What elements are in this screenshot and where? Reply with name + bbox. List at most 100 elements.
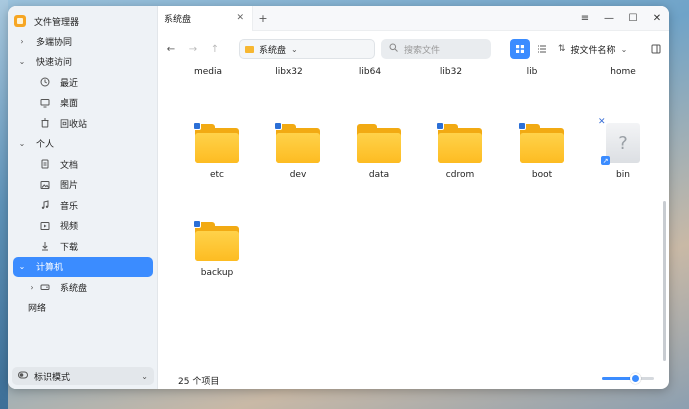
file-grid: media libx32 lib64 lib32 lib home etc de… xyxy=(158,67,669,367)
status-bar: 25 个项目 xyxy=(158,367,669,389)
window-controls: ≡ — ☐ ✕ xyxy=(573,13,669,24)
sidebar-item-label: 图片 xyxy=(60,181,79,192)
file-manager-window: 文件管理器 › 多端协同 ⌄ 快速访问 最近 桌面 回收站 ⌄ 个人 文档 图片… xyxy=(8,6,669,389)
chevron-down-icon: ⌄ xyxy=(18,262,26,272)
sidebar-item-label: 文档 xyxy=(60,160,79,171)
sidebar-item-label: 桌面 xyxy=(60,99,79,110)
file-tile[interactable]: ? ✕ ↗ bin xyxy=(583,117,663,180)
detail-panel-icon[interactable] xyxy=(646,39,666,59)
close-icon[interactable]: ✕ xyxy=(236,13,244,23)
file-name[interactable]: home xyxy=(583,67,663,77)
file-tile[interactable]: dev xyxy=(258,122,338,180)
file-tile[interactable]: boot xyxy=(502,122,582,180)
sort-selector[interactable]: ⇅ 按文件名称 ⌄ xyxy=(558,39,627,59)
search-input[interactable]: 搜索文件 xyxy=(381,39,491,59)
file-name: bin xyxy=(616,170,630,180)
sidebar-item-pictures[interactable]: 图片 xyxy=(8,175,158,196)
zoom-slider[interactable] xyxy=(602,373,654,384)
sidebar-item-recent[interactable]: 最近 xyxy=(8,72,158,93)
folder-icon xyxy=(193,220,239,261)
file-tile[interactable]: etc xyxy=(177,122,257,180)
chevron-down-icon: ⌄ xyxy=(291,44,298,54)
maximize-icon[interactable]: ☐ xyxy=(621,13,645,24)
toggle-icon xyxy=(18,371,28,382)
lock-badge-icon xyxy=(193,122,201,130)
scrollbar[interactable] xyxy=(663,201,666,361)
app-title: 文件管理器 xyxy=(34,17,80,28)
folder-icon xyxy=(245,45,254,53)
tab-system-disk[interactable]: 系统盘 ✕ xyxy=(158,6,253,31)
back-arrow-icon[interactable]: ← xyxy=(160,44,182,55)
sidebar-group-quick-access[interactable]: ⌄ 快速访问 xyxy=(8,52,158,73)
chevron-right-icon[interactable]: › xyxy=(26,283,38,292)
disk-icon xyxy=(38,281,52,293)
desktop-background xyxy=(0,0,8,409)
sidebar-item-music[interactable]: 音乐 xyxy=(8,195,158,216)
menu-icon[interactable]: ≡ xyxy=(573,13,597,24)
music-icon xyxy=(38,199,52,211)
document-icon xyxy=(38,158,52,170)
file-tile[interactable]: cdrom xyxy=(420,122,500,180)
download-icon xyxy=(38,240,52,252)
file-tile[interactable]: backup xyxy=(177,220,257,278)
file-name[interactable]: lib xyxy=(492,67,572,77)
chevron-down-icon: ⌄ xyxy=(620,44,628,54)
sidebar-item-trash[interactable]: 回收站 xyxy=(8,113,158,134)
file-name[interactable]: lib64 xyxy=(330,67,410,77)
file-name: dev xyxy=(289,170,307,180)
file-manager-app-icon xyxy=(14,15,26,27)
sidebar-item-documents[interactable]: 文档 xyxy=(8,154,158,175)
path-breadcrumb[interactable]: 系统盘 ⌄ xyxy=(239,39,375,59)
sidebar-item-label: 视频 xyxy=(60,222,79,233)
sidebar-group-label: 计算机 xyxy=(36,263,64,274)
file-name: etc xyxy=(209,170,224,180)
minimize-icon[interactable]: — xyxy=(597,13,621,24)
mode-select[interactable]: 标识模式 ⌄ xyxy=(12,367,154,385)
zoom-slider-handle[interactable] xyxy=(630,373,642,384)
forward-arrow-icon[interactable]: → xyxy=(182,44,204,55)
file-name[interactable]: media xyxy=(168,67,248,77)
sidebar-group-personal[interactable]: ⌄ 个人 xyxy=(8,134,158,155)
up-arrow-icon[interactable]: ↑ xyxy=(204,44,226,55)
sidebar-item-videos[interactable]: 视频 xyxy=(8,216,158,237)
sidebar-item-system-disk[interactable]: › 系统盘 xyxy=(8,277,158,298)
file-name: cdrom xyxy=(445,170,475,180)
titlebar: 系统盘 ✕ + ≡ — ☐ ✕ xyxy=(158,6,669,31)
file-name: boot xyxy=(531,170,553,180)
file-tile[interactable]: data xyxy=(339,124,419,180)
symlink-badge-icon: ↗ xyxy=(601,156,610,165)
folder-icon xyxy=(357,124,401,163)
sidebar-nav: › 多端协同 ⌄ 快速访问 最近 桌面 回收站 ⌄ 个人 文档 图片 音乐 视频… xyxy=(8,31,158,318)
sidebar-group-collab[interactable]: › 多端协同 xyxy=(8,31,158,52)
chevron-down-icon: ⌄ xyxy=(18,57,26,67)
file-name[interactable]: libx32 xyxy=(249,67,329,77)
file-name: data xyxy=(368,170,390,180)
sidebar-group-label: 快速访问 xyxy=(36,58,73,69)
list-view-icon[interactable] xyxy=(532,39,552,59)
folder-icon xyxy=(193,122,239,163)
new-tab-button[interactable]: + xyxy=(253,12,273,25)
lock-badge-icon xyxy=(518,122,526,130)
chevron-down-icon: ⌄ xyxy=(18,139,26,149)
image-icon xyxy=(38,179,52,191)
sidebar-group-network[interactable]: 网络 xyxy=(8,298,158,319)
sort-label: 按文件名称 xyxy=(570,45,616,56)
folder-icon xyxy=(518,122,564,163)
sidebar-item-downloads[interactable]: 下载 xyxy=(8,236,158,257)
close-window-icon[interactable]: ✕ xyxy=(645,13,669,24)
grid-view-icon[interactable] xyxy=(510,39,530,59)
search-icon xyxy=(389,43,398,55)
broken-link-icon: ✕ xyxy=(598,117,606,127)
path-label: 系统盘 xyxy=(259,45,287,56)
sidebar-group-computer[interactable]: ⌄ 计算机 xyxy=(13,256,153,277)
tab-label: 系统盘 xyxy=(164,14,192,25)
file-name[interactable]: lib32 xyxy=(411,67,491,77)
sidebar-group-label: 个人 xyxy=(36,140,55,151)
sidebar-item-label: 下载 xyxy=(60,242,79,253)
video-icon xyxy=(38,220,52,232)
sidebar-item-label: 系统盘 xyxy=(60,283,88,294)
file-name: backup xyxy=(200,268,234,278)
item-count: 25 个项目 xyxy=(178,377,220,387)
sidebar-item-desktop[interactable]: 桌面 xyxy=(8,93,158,114)
sidebar-group-label: 网络 xyxy=(28,304,47,315)
